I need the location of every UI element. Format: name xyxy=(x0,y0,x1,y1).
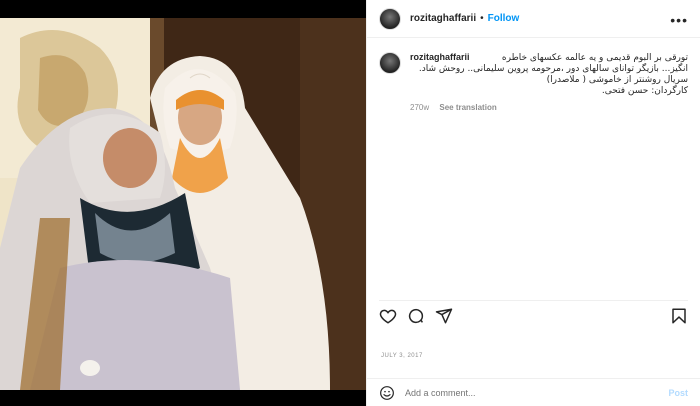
header-username[interactable]: rozitaghaffarii xyxy=(410,13,476,24)
caption-line-2: انگیز... بازیگر توانای سالهای دور ،مرحوم… xyxy=(418,64,688,74)
post-dialog: rozitaghaffarii • Follow ••• rozitaghaff… xyxy=(0,0,700,406)
comment-input[interactable] xyxy=(405,387,655,398)
caption-username[interactable]: rozitaghaffarii xyxy=(410,52,470,62)
action-bar xyxy=(379,300,688,326)
comment-icon[interactable] xyxy=(407,307,425,325)
share-icon[interactable] xyxy=(435,307,453,325)
emoji-icon[interactable] xyxy=(379,385,395,401)
post-date: JULY 3, 2017 xyxy=(381,353,423,359)
caption-line-3: سریال روشنتر از خاموشی ( ملاصدرا) xyxy=(546,75,688,85)
caption-avatar[interactable] xyxy=(379,52,401,74)
post-media xyxy=(0,0,366,406)
follow-button[interactable]: Follow xyxy=(488,13,520,24)
comment-bar: Post xyxy=(367,378,700,406)
heart-icon[interactable] xyxy=(379,307,397,325)
separator-dot: • xyxy=(480,13,484,24)
caption-meta: 270w See translation xyxy=(410,103,688,112)
caption: rozitaghaffarii تورقی بر البوم قدیمی و ی… xyxy=(379,52,688,112)
see-translation-link[interactable]: See translation xyxy=(439,103,496,112)
caption-time: 270w xyxy=(410,103,430,112)
bookmark-icon[interactable] xyxy=(670,307,688,325)
more-options-icon[interactable]: ••• xyxy=(670,12,688,28)
post-side-panel: rozitaghaffarii • Follow ••• rozitaghaff… xyxy=(366,0,700,406)
caption-line-1: تورقی بر البوم قدیمی و یه عالمه عکسهای خ… xyxy=(501,53,688,63)
photo-illustration xyxy=(0,18,366,390)
post-comment-button[interactable]: Post xyxy=(668,388,688,398)
media-bottom-bar xyxy=(0,390,366,406)
avatar[interactable] xyxy=(379,7,401,30)
post-photo[interactable] xyxy=(0,18,366,390)
caption-line-4: کارگردان: حسن فتحی. xyxy=(601,86,688,96)
post-header: rozitaghaffarii • Follow ••• xyxy=(367,0,700,38)
media-top-bar xyxy=(0,0,366,18)
caption-body: rozitaghaffarii تورقی بر البوم قدیمی و ی… xyxy=(410,52,688,112)
